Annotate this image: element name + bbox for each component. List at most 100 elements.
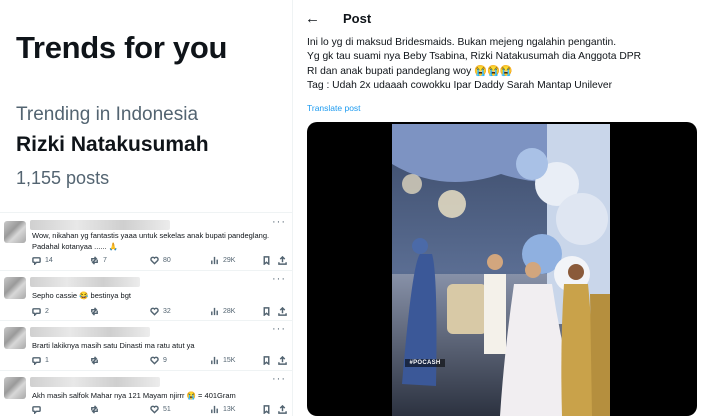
avatar[interactable] — [4, 377, 26, 399]
trend-post-count: 1,155 posts — [16, 168, 110, 188]
trends-title: Trends for you — [16, 30, 228, 65]
post-header: Post — [343, 11, 372, 26]
reply-button[interactable]: 2 — [32, 307, 49, 316]
reply-count: 1 — [45, 357, 49, 364]
tweet-actions: 51 13K — [32, 405, 287, 416]
post-text-line: RI dan anak bupati pandeglang woy 😭😭😭 — [307, 65, 513, 77]
wedding-video-frame — [392, 124, 610, 416]
reply-icon — [32, 257, 41, 265]
post-text-line: Yg gk tau suami nya Beby Tsabina, Rizki … — [307, 51, 642, 63]
repost-button[interactable] — [90, 307, 103, 316]
bookmark-icon — [263, 307, 270, 316]
post-text: Ini lo yg di maksud Bridesmaids. Bukan m… — [307, 36, 712, 94]
reply-icon — [32, 308, 41, 316]
tweet-card[interactable]: ··· Wow, nikahan yg fantastis yaaa untuk… — [0, 212, 292, 270]
share-icon — [278, 256, 287, 265]
share-button[interactable] — [278, 405, 287, 414]
tweet-card[interactable]: ··· Akh masih salfok Mahar nya 121 Mayam… — [0, 370, 292, 416]
repost-icon — [91, 256, 98, 265]
views-chart-icon — [211, 405, 218, 414]
more-options-icon[interactable]: ··· — [272, 216, 286, 228]
bookmark-icon — [263, 256, 270, 265]
tweet-actions: 1 9 15K — [32, 356, 287, 368]
tweet-card[interactable]: ··· Sepho cassie 😂 bestinya bgt 2 32 28K — [0, 270, 292, 320]
view-count: 29K — [223, 257, 236, 264]
bookmark-button[interactable] — [262, 256, 271, 265]
views-button[interactable]: 29K — [210, 256, 235, 265]
screenshot-composite: Trends for you Trending in Indonesia Riz… — [0, 0, 720, 416]
bookmark-button[interactable] — [262, 405, 271, 414]
trends-panel: Trends for you Trending in Indonesia Riz… — [0, 0, 292, 416]
like-count: 32 — [163, 308, 171, 315]
tweet-text: Wow, nikahan yg fantastis yaaa untuk sek… — [32, 231, 270, 251]
share-button[interactable] — [278, 307, 287, 316]
views-button[interactable]: 13K — [210, 405, 235, 414]
more-options-icon[interactable]: ··· — [272, 373, 286, 385]
bookmark-icon — [263, 405, 270, 414]
view-count: 15K — [223, 357, 236, 364]
bookmark-button[interactable] — [262, 307, 271, 316]
like-count: 51 — [163, 406, 171, 413]
post-text-line: Ini lo yg di maksud Bridesmaids. Bukan m… — [307, 37, 617, 48]
views-chart-icon — [211, 307, 218, 316]
blurred-username[interactable] — [30, 277, 140, 287]
share-button[interactable] — [278, 256, 287, 265]
like-button[interactable]: 9 — [150, 356, 167, 365]
tweet-card[interactable]: ··· Brarti lakiknya masih satu Dinasti m… — [0, 320, 292, 370]
reply-button[interactable]: 14 — [32, 256, 53, 265]
like-button[interactable]: 51 — [150, 405, 171, 414]
reply-button[interactable]: 1 — [32, 356, 49, 365]
reply-count: 14 — [45, 257, 53, 264]
heart-icon — [150, 405, 159, 414]
share-icon — [278, 356, 287, 365]
views-button[interactable]: 15K — [210, 356, 235, 365]
tweet-text: Sepho cassie 😂 bestinya bgt — [32, 291, 131, 300]
share-icon — [278, 405, 287, 414]
view-count: 28K — [223, 308, 236, 315]
video-player[interactable]: #POCASH — [307, 122, 697, 416]
views-chart-icon — [211, 356, 218, 365]
share-button[interactable] — [278, 356, 287, 365]
blurred-username[interactable] — [30, 220, 170, 230]
share-icon — [278, 307, 287, 316]
views-chart-icon — [211, 256, 218, 265]
avatar[interactable] — [4, 277, 26, 299]
reply-count: 2 — [45, 308, 49, 315]
more-options-icon[interactable]: ··· — [272, 323, 286, 335]
heart-icon — [150, 356, 159, 365]
tweet-text: Brarti lakiknya masih satu Dinasti ma ra… — [32, 341, 195, 350]
translate-post-link[interactable]: Translate post — [307, 103, 361, 113]
repost-icon — [91, 356, 98, 365]
heart-icon — [150, 256, 159, 265]
repost-icon — [91, 307, 98, 316]
blurred-username[interactable] — [30, 377, 160, 387]
reply-button[interactable] — [32, 405, 45, 414]
more-options-icon[interactable]: ··· — [272, 273, 286, 285]
repost-button[interactable] — [90, 356, 103, 365]
avatar[interactable] — [4, 327, 26, 349]
like-count: 9 — [163, 357, 167, 364]
like-button[interactable]: 80 — [150, 256, 171, 265]
video-watermark: #POCASH — [405, 359, 445, 367]
blurred-username[interactable] — [30, 327, 150, 337]
bookmark-icon — [263, 356, 270, 365]
repost-button[interactable]: 7 — [90, 256, 107, 265]
avatar[interactable] — [4, 221, 26, 243]
trend-name[interactable]: Rizki Natakusumah — [16, 133, 209, 157]
bookmark-button[interactable] — [262, 356, 271, 365]
reply-icon — [32, 357, 41, 365]
like-button[interactable]: 32 — [150, 307, 171, 316]
repost-icon — [91, 405, 98, 414]
like-count: 80 — [163, 257, 171, 264]
back-arrow-icon[interactable]: ← — [305, 10, 320, 27]
tweet-text: Akh masih salfok Mahar nya 121 Mayam nji… — [32, 391, 236, 400]
heart-icon — [150, 307, 159, 316]
view-count: 13K — [223, 406, 236, 413]
repost-button[interactable] — [90, 405, 103, 414]
trend-context: Trending in Indonesia — [16, 104, 199, 125]
tweet-actions: 14 7 80 29K — [32, 256, 287, 268]
repost-count: 7 — [103, 257, 107, 264]
post-text-line: Tag : Udah 2x udaaah cowokku Ipar Daddy … — [307, 80, 613, 92]
post-detail-panel: ← Post Ini lo yg di maksud Bridesmaids. … — [292, 0, 720, 416]
views-button[interactable]: 28K — [210, 307, 235, 316]
